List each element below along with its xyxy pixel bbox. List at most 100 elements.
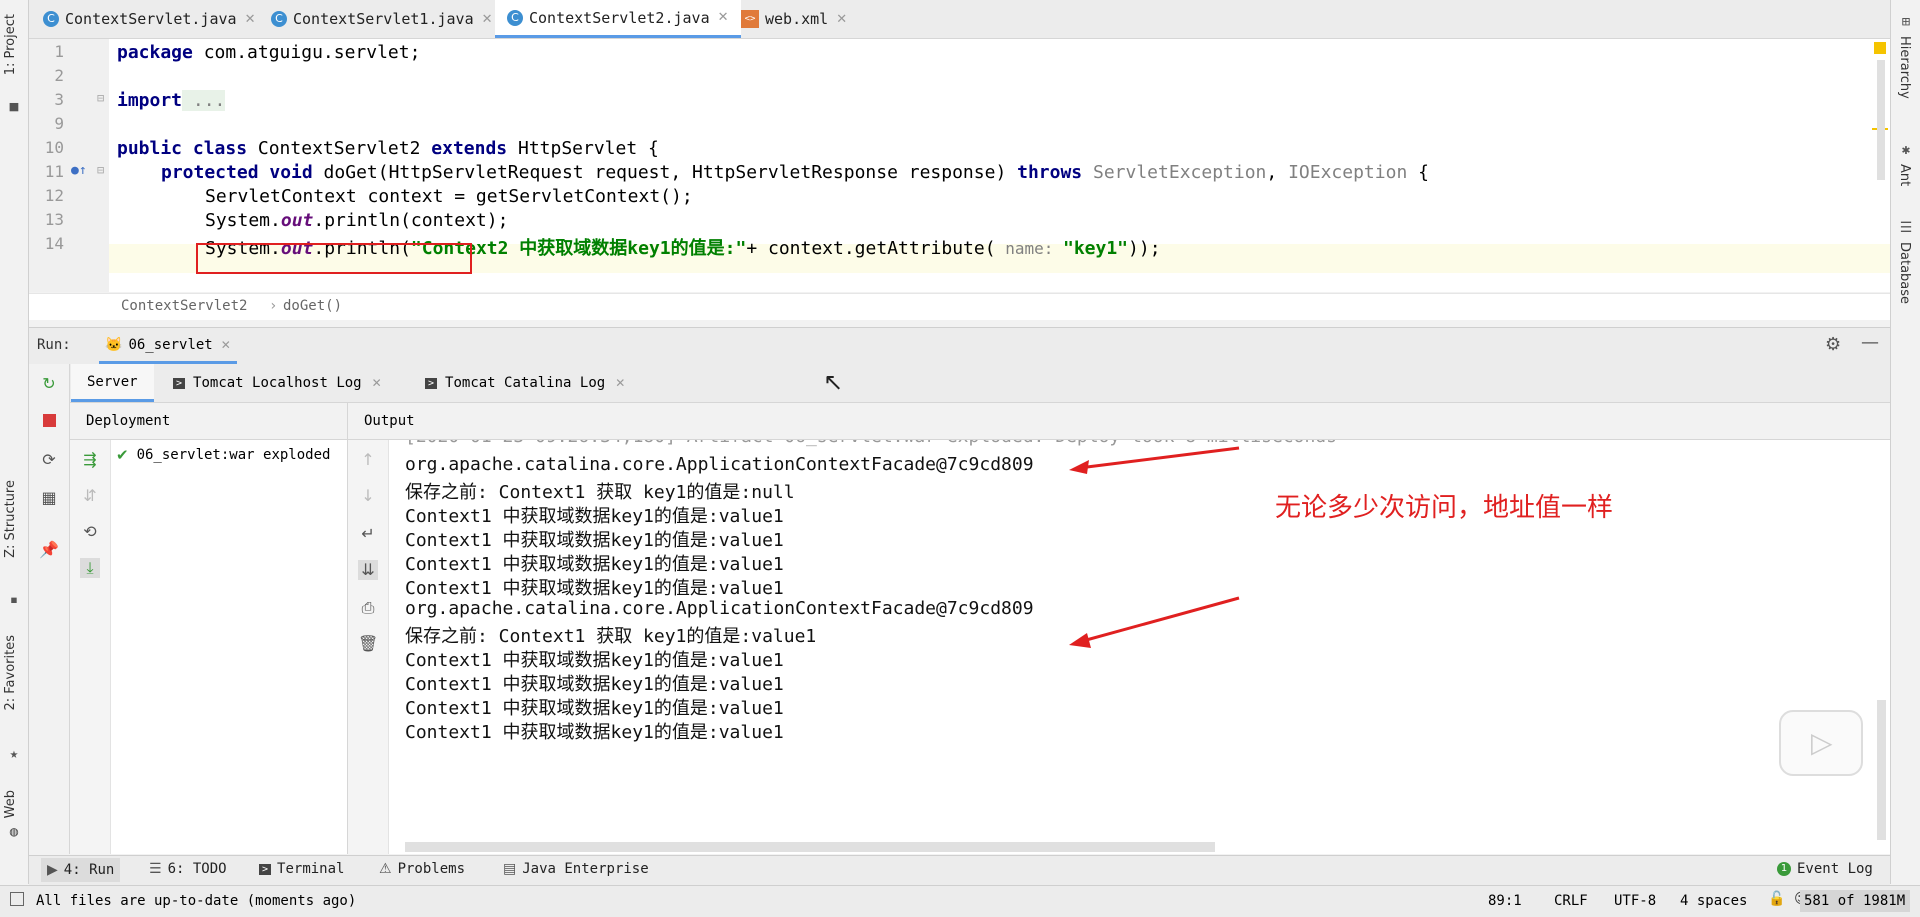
tab-todo[interactable]: ☰ 6: TODO <box>149 861 227 877</box>
right-tool-stripe: ⊞ Hierarchy ✱ Ant ☰ Database <box>1890 0 1920 884</box>
ant-icon[interactable]: ✱ <box>1898 142 1914 158</box>
keyword: package <box>117 42 193 63</box>
code-text: ServletException <box>1082 162 1267 183</box>
status-toggle-icon[interactable] <box>10 892 24 906</box>
play-icon: ▶ <box>47 862 58 878</box>
line-number: 11 <box>44 162 64 181</box>
keyword: throws <box>1017 162 1083 183</box>
output-toolbar: ↑ ↓ ↵ ⇊ ⎙ 🗑 <box>348 440 389 854</box>
fold-icon[interactable]: ⊟ <box>97 91 104 105</box>
tab-run[interactable]: ▶ 4: Run <box>41 858 121 882</box>
arrow-down-icon[interactable]: ↓ <box>358 486 378 506</box>
tab-problems[interactable]: ⚠ Problems <box>379 861 465 877</box>
deploy-all-icon[interactable]: ⤓ <box>80 558 100 578</box>
run-config-tab[interactable]: 🐱 06_servlet ✕ <box>99 328 237 364</box>
arrow-up-icon[interactable]: ↑ <box>358 450 378 470</box>
soft-wrap-icon[interactable]: ↵ <box>358 524 378 544</box>
console-output[interactable]: [2020-01-23 09:26:34,180] Artifact 06_se… <box>389 440 1890 854</box>
code-line-1: package com.atguigu.servlet; <box>117 42 420 63</box>
event-log-icon: 1 <box>1777 862 1791 876</box>
caret-position[interactable]: 89:1 <box>1488 893 1522 909</box>
tab-web-xml[interactable]: <> web.xml ✕ <box>741 0 847 38</box>
tab-label: 4: Run <box>63 862 115 878</box>
editor-tab-bar: C ContextServlet.java ✕ C ContextServlet… <box>29 0 1890 39</box>
close-icon[interactable]: ✕ <box>718 10 729 25</box>
tab-java-enterprise[interactable]: ▤ Java Enterprise <box>503 861 649 877</box>
line-number: 12 <box>44 186 64 205</box>
database-icon[interactable]: ☰ <box>1898 220 1914 236</box>
structure-icon[interactable]: ▪ <box>6 592 22 608</box>
code-text: + context.getAttribute( <box>746 238 996 259</box>
tab-tomcat-localhost-log[interactable]: > Tomcat Localhost Log ✕ <box>173 364 382 402</box>
code-line-11: protected void doGet(HttpServletRequest … <box>161 162 1429 183</box>
play-overlay-icon[interactable]: ▷ <box>1779 710 1863 776</box>
star-icon[interactable]: ★ <box>6 746 22 762</box>
close-icon[interactable]: ✕ <box>482 12 493 27</box>
globe-icon[interactable]: ◍ <box>6 824 22 840</box>
tab-event-log[interactable]: 1 Event Log <box>1777 861 1873 877</box>
favorites-tool-tab[interactable]: 2: Favorites <box>3 635 18 711</box>
hierarchy-tool-tab[interactable]: Hierarchy <box>1897 36 1912 99</box>
ant-tool-tab[interactable]: Ant <box>1897 164 1912 186</box>
tab-server[interactable]: Server <box>71 364 154 402</box>
print-icon[interactable]: ⎙ <box>358 598 378 618</box>
lock-icon[interactable]: 🔓 <box>1768 891 1785 907</box>
deployment-item-label: 06_servlet:war exploded <box>136 447 331 463</box>
tab-tomcat-catalina-log[interactable]: > Tomcat Catalina Log ✕ <box>425 364 625 402</box>
horizontal-scrollbar[interactable] <box>405 842 1215 852</box>
trash-icon[interactable]: 🗑 <box>358 634 378 654</box>
close-icon[interactable]: ✕ <box>836 12 847 27</box>
stop-icon[interactable] <box>39 412 59 432</box>
override-icon[interactable]: ●↑ <box>71 163 87 178</box>
file-encoding[interactable]: UTF-8 <box>1614 893 1656 909</box>
console-icon: > <box>425 377 438 389</box>
update-icon[interactable]: ⟲ <box>80 522 100 542</box>
code-editor[interactable]: 1 2 3 9 10 11 12 13 14 ●↑ ⊟ ⊟ package co… <box>29 39 1890 292</box>
status-message[interactable]: All files are up-to-date (moments ago) <box>36 893 356 909</box>
fold-icon[interactable]: ⊟ <box>97 163 104 177</box>
refresh-icon[interactable]: ⟳ <box>39 450 59 470</box>
pin-icon[interactable]: 📌 <box>39 540 59 560</box>
close-icon[interactable]: ✕ <box>372 376 382 390</box>
breadcrumb-method[interactable]: doGet() <box>283 298 342 314</box>
tab-contextservlet2[interactable]: C ContextServlet2.java ✕ <box>495 0 741 38</box>
structure-tool-tab[interactable]: Z: Structure <box>3 480 18 558</box>
project-tool-tab[interactable]: 1: Project <box>3 14 18 75</box>
hierarchy-icon[interactable]: ⊞ <box>1898 14 1914 30</box>
tab-contextservlet1[interactable]: C ContextServlet1.java ✕ <box>271 0 493 38</box>
rerun-icon[interactable]: ↻ <box>39 374 59 394</box>
indent-setting[interactable]: 4 spaces <box>1680 893 1747 909</box>
deployment-panel <box>70 403 348 854</box>
memory-indicator[interactable]: 581 of 1981M <box>1800 890 1910 912</box>
vertical-scrollbar[interactable] <box>1877 700 1886 840</box>
breadcrumb-class[interactable]: ContextServlet2 <box>121 298 247 314</box>
close-icon[interactable]: ✕ <box>615 376 625 390</box>
close-icon[interactable]: ✕ <box>245 12 256 27</box>
code-text: { <box>1407 162 1429 183</box>
undeploy-icon[interactable]: ⇵ <box>80 486 100 506</box>
tab-label: ContextServlet.java <box>65 10 237 28</box>
run-label: Run: <box>37 337 71 353</box>
deploy-icon[interactable]: ⇶ <box>80 450 100 470</box>
tab-label: Tomcat Catalina Log <box>445 375 606 391</box>
folded-imports[interactable]: ... <box>182 90 226 111</box>
database-tool-tab[interactable]: Database <box>1897 242 1912 304</box>
web-tool-tab[interactable]: Web <box>3 790 18 818</box>
splitter[interactable] <box>29 320 1890 326</box>
scroll-to-end-icon[interactable]: ⇊ <box>358 560 378 580</box>
layout-icon[interactable]: ▦ <box>39 488 59 508</box>
gear-icon[interactable]: ⚙ <box>1825 334 1841 355</box>
editor-scroll-markers <box>1870 40 1890 290</box>
folder-icon[interactable]: ▀ <box>6 104 22 120</box>
list-icon: ☰ <box>149 861 162 877</box>
minimize-icon[interactable]: — <box>1861 332 1879 353</box>
line-separator[interactable]: CRLF <box>1554 893 1588 909</box>
deployment-item[interactable]: ✔ 06_servlet:war exploded <box>116 446 330 464</box>
code-text: doGet(HttpServletRequest request, HttpSe… <box>312 162 1018 183</box>
warning-marker[interactable] <box>1874 42 1886 54</box>
tab-contextservlet[interactable]: C ContextServlet.java ✕ <box>43 0 256 38</box>
tab-terminal[interactable]: > Terminal <box>259 861 344 877</box>
class-icon: C <box>271 11 287 27</box>
close-icon[interactable]: ✕ <box>221 338 231 352</box>
scrollbar[interactable] <box>1877 60 1885 180</box>
